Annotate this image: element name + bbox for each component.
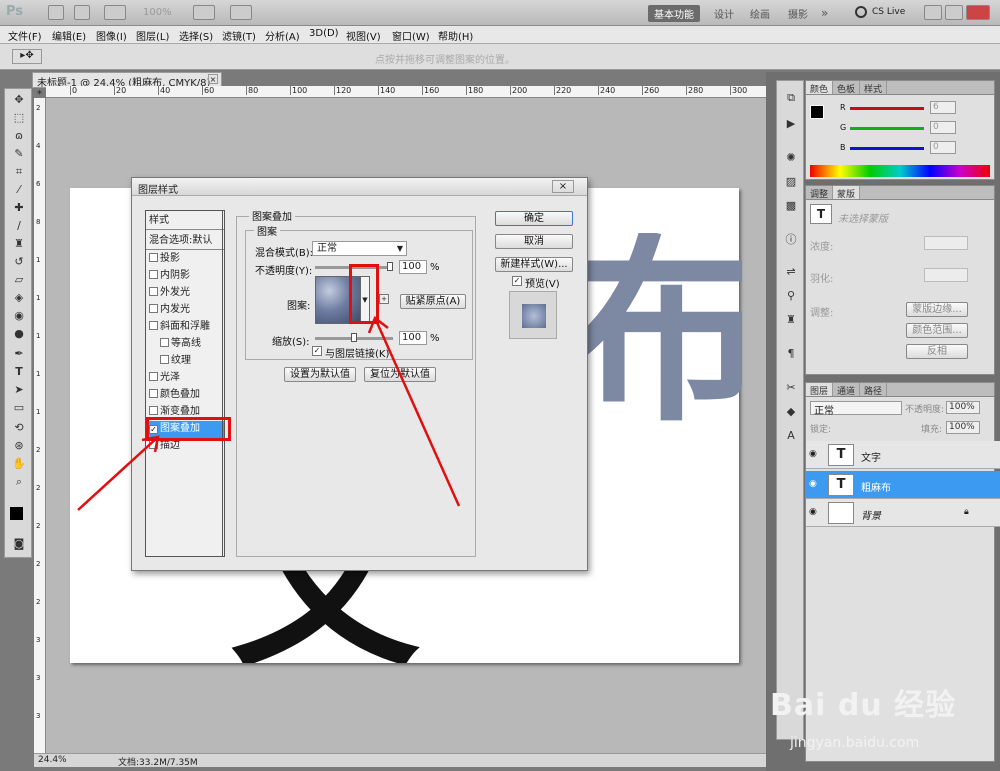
annotation-arrows xyxy=(77,316,461,511)
annotation-arrow-2 xyxy=(373,317,461,507)
annotation-arrow-1 xyxy=(77,436,159,511)
